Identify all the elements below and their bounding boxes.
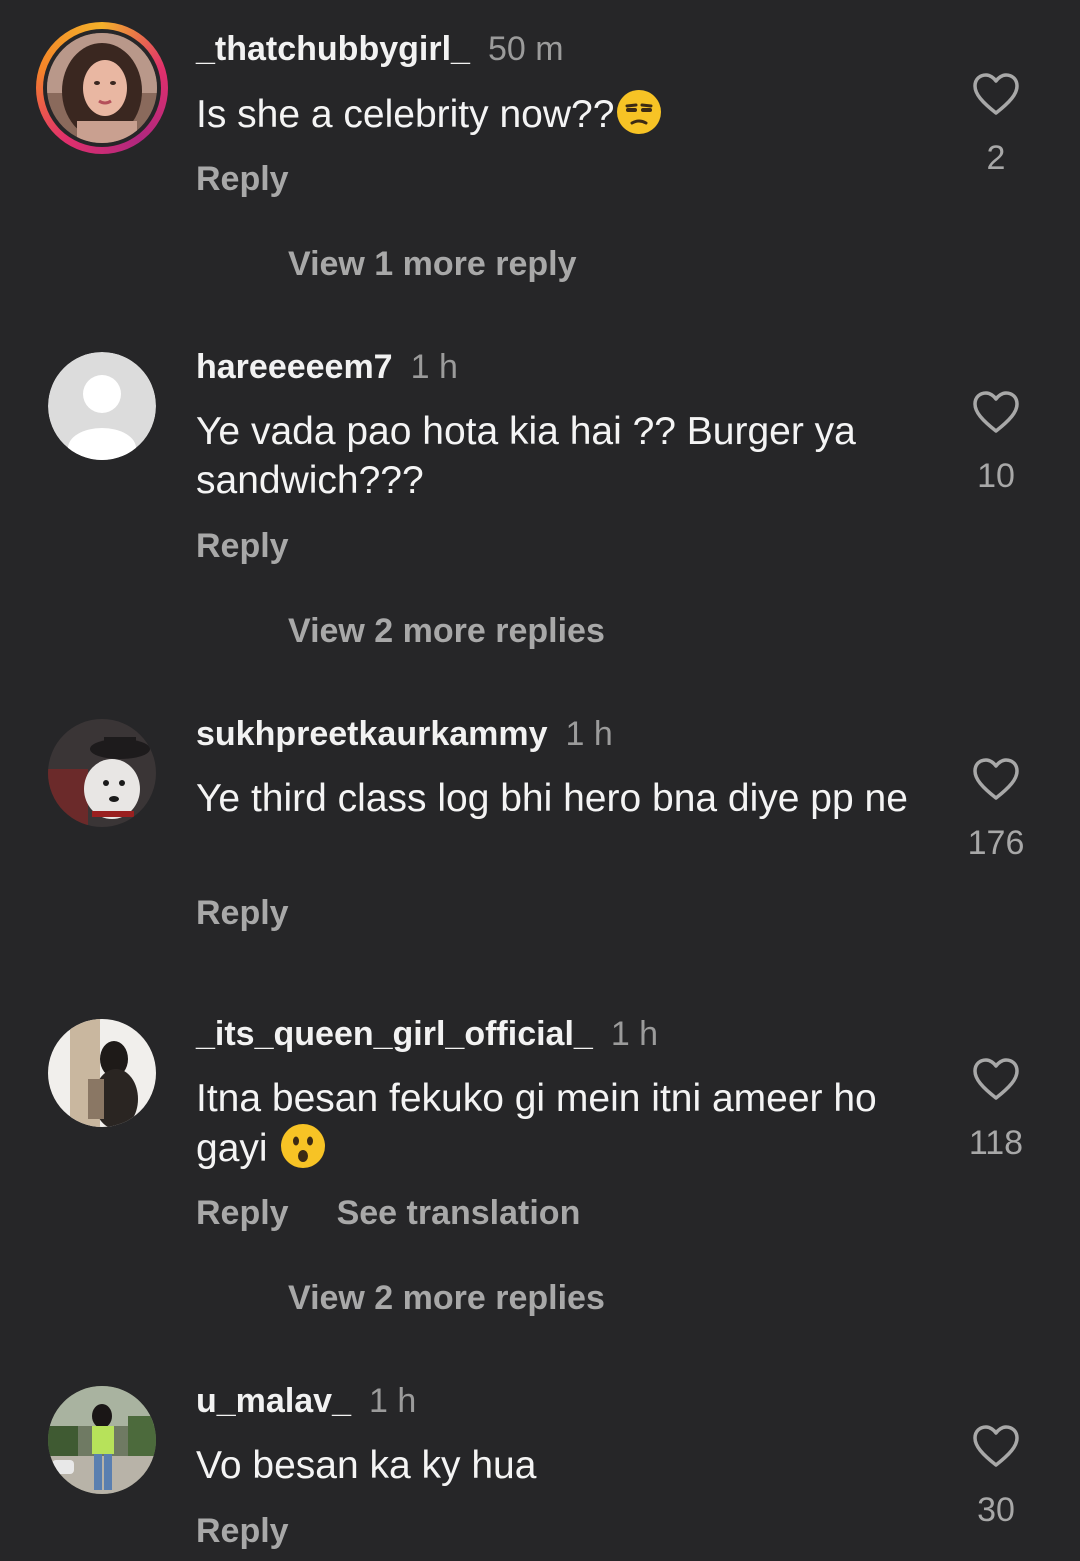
like-control: 30 (946, 1424, 1046, 1530)
comment-text: Ye third class log bhi hero bna diye pp … (196, 777, 908, 820)
timestamp: 1 h (410, 348, 458, 386)
reply-button[interactable]: Reply (196, 160, 289, 198)
heart-icon[interactable] (972, 1424, 1020, 1468)
like-count: 118 (968, 1124, 1024, 1162)
story-ring-avatar[interactable] (36, 22, 168, 154)
comment-text: Vo besan ka ky hua (196, 1444, 537, 1487)
comment-actions: Reply See translation (196, 1193, 580, 1233)
avatar[interactable] (48, 352, 156, 460)
view-more-replies-button[interactable]: View 2 more replies (288, 1278, 605, 1318)
reply-button[interactable]: Reply (196, 527, 289, 565)
view-more-replies-button[interactable]: View 1 more reply (288, 244, 577, 284)
reply-button[interactable]: Reply (196, 1194, 289, 1232)
timestamp: 1 h (369, 1382, 417, 1420)
comment-meta: u_malav_ 1 h (196, 1381, 416, 1421)
heart-icon[interactable] (972, 72, 1020, 116)
astonished-face-emoji-icon (281, 1124, 326, 1168)
comment-actions: Reply (196, 526, 289, 566)
heart-icon[interactable] (972, 390, 1020, 434)
like-count: 30 (977, 1491, 1015, 1529)
comment-meta: sukhpreetkaurkammy 1 h (196, 714, 613, 754)
avatar-ring-gap (43, 29, 161, 147)
comment-text: Itna besan fekuko gi mein itni ameer ho … (196, 1074, 916, 1173)
reply-button[interactable]: Reply (196, 1512, 289, 1550)
avatar[interactable] (48, 1386, 156, 1494)
comment-body: Is she a celebrity now?? (196, 93, 615, 136)
profile-photo-girl-icon (47, 33, 157, 143)
avatar[interactable] (48, 1019, 156, 1127)
username[interactable]: u_malav_ (196, 1382, 351, 1420)
avatar (47, 33, 157, 143)
comment-actions: Reply (196, 159, 289, 199)
comment-actions: Reply (196, 1511, 289, 1551)
like-count: 2 (986, 139, 1006, 177)
comment-meta: _its_queen_girl_official_ 1 h (196, 1014, 658, 1054)
username[interactable]: _thatchubbygirl_ (196, 30, 470, 68)
timestamp: 1 h (610, 1015, 659, 1053)
like-count: 176 (967, 824, 1025, 862)
unamused-face-emoji-icon (617, 90, 662, 134)
comment-text: Is she a celebrity now?? (196, 89, 916, 139)
default-avatar-icon (48, 352, 156, 460)
see-translation-button[interactable]: See translation (337, 1194, 581, 1232)
profile-photo-person-outdoors-icon (48, 1386, 156, 1494)
view-more-replies-button[interactable]: View 2 more replies (288, 611, 605, 651)
like-control: 176 (946, 757, 1046, 863)
comment-text: Ye vada pao hota kia hai ?? Burger ya sa… (196, 410, 856, 502)
avatar[interactable] (48, 719, 156, 827)
username[interactable]: sukhpreetkaurkammy (196, 715, 548, 753)
timestamp: 1 h (565, 715, 613, 753)
like-control: 2 (946, 72, 1046, 178)
username[interactable]: hareeeeem7 (196, 348, 393, 386)
heart-icon[interactable] (972, 757, 1020, 801)
like-control: 10 (946, 390, 1046, 496)
comment-meta: hareeeeem7 1 h (196, 347, 458, 387)
comment-meta: _thatchubbygirl_ 50 m (196, 29, 564, 69)
like-count: 10 (977, 457, 1015, 495)
timestamp: 50 m (487, 30, 564, 68)
profile-photo-girl-mirror-icon (48, 1019, 156, 1127)
reply-button[interactable]: Reply (196, 894, 289, 932)
heart-icon[interactable] (972, 1057, 1020, 1101)
profile-photo-dog-icon (48, 719, 156, 827)
comment-actions: Reply (196, 893, 289, 933)
like-control: 118 (946, 1057, 1046, 1163)
username[interactable]: _its_queen_girl_official_ (196, 1015, 593, 1053)
